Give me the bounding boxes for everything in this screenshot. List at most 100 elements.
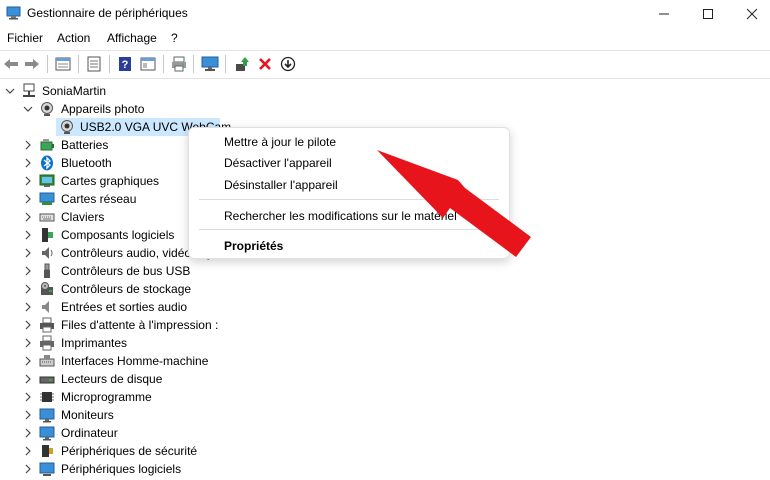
firmware-icon	[40, 392, 54, 402]
scan-hardware-button[interactable]	[200, 54, 220, 74]
tree-item-label: Microprogramme	[61, 390, 152, 404]
tree-item-label: Imprimantes	[61, 336, 128, 350]
keyboard-icon	[39, 213, 55, 222]
tree-item-lecteurs-disque[interactable]: Lecteurs de disque	[0, 370, 770, 388]
menu-scan-hardware[interactable]: Rechercher les modifications sur le maté…	[224, 209, 457, 223]
tree-item-label: Batteries	[61, 138, 109, 152]
chevron-right-icon[interactable]	[22, 139, 34, 151]
title-bar: Gestionnaire de périphériques	[0, 0, 770, 27]
help-button[interactable]: ?	[115, 54, 135, 74]
close-icon	[746, 8, 758, 19]
toolbar-separator	[47, 55, 48, 73]
tree-item-microprogramme[interactable]: Microprogramme	[0, 388, 770, 406]
update-driver-icon	[236, 57, 249, 71]
software-component-icon	[42, 228, 53, 242]
chevron-down-icon[interactable]	[4, 85, 16, 97]
uninstall-button[interactable]	[255, 54, 275, 74]
update-driver-button[interactable]	[232, 54, 252, 74]
forward-button[interactable]	[22, 54, 42, 74]
display-adapter-icon	[39, 174, 55, 187]
tree-item-peripheriques-logiciels[interactable]: Périphériques logiciels	[0, 460, 770, 478]
tree-item-controleurs-usb[interactable]: Contrôleurs de bus USB	[0, 262, 770, 280]
chevron-right-icon[interactable]	[22, 391, 34, 403]
menu-help[interactable]: ?	[171, 31, 178, 45]
menu-uninstall-device[interactable]: Désinstaller l'appareil	[224, 178, 338, 192]
chevron-right-icon[interactable]	[22, 193, 34, 205]
tree-root[interactable]: SoniaMartin	[0, 82, 770, 100]
chevron-right-icon[interactable]	[22, 355, 34, 367]
tree-item-label: Cartes réseau	[61, 192, 137, 206]
usb-icon	[44, 263, 50, 278]
chevron-right-icon[interactable]	[22, 463, 34, 475]
disable-button[interactable]	[278, 54, 298, 74]
toolbar-separator	[109, 55, 110, 73]
chevron-right-icon[interactable]	[22, 157, 34, 169]
tree-item-files-attente[interactable]: Files d'attente à l'impression :	[0, 316, 770, 334]
chevron-right-icon[interactable]	[22, 265, 34, 277]
close-button[interactable]	[730, 0, 770, 27]
tree-item-peripheriques-securite[interactable]: Périphériques de sécurité	[0, 442, 770, 460]
chevron-right-icon[interactable]	[22, 409, 34, 421]
tree-item-ordinateur[interactable]: Ordinateur	[0, 424, 770, 442]
tree-item-label: Cartes graphiques	[61, 174, 160, 188]
minimize-button[interactable]	[642, 0, 686, 27]
computer-icon	[39, 426, 55, 441]
list-icon	[87, 56, 101, 72]
chevron-right-icon[interactable]	[22, 175, 34, 187]
hid-icon	[39, 355, 55, 367]
chevron-right-icon[interactable]	[22, 229, 34, 241]
back-button[interactable]	[1, 54, 21, 74]
toolbar-separator	[225, 55, 226, 73]
security-device-icon	[42, 445, 53, 457]
tree-item-controleurs-stockage[interactable]: Contrôleurs de stockage	[0, 280, 770, 298]
print-button[interactable]	[169, 54, 189, 74]
menu-separator	[199, 199, 499, 200]
chevron-down-icon[interactable]	[22, 103, 34, 115]
tree-item-interfaces-homme-machine[interactable]: Interfaces Homme-machine	[0, 352, 770, 370]
details-button[interactable]	[138, 54, 158, 74]
menu-properties[interactable]: Propriétés	[224, 239, 283, 253]
tree-item-label: Contrôleurs de stockage	[61, 282, 192, 296]
back-arrow-icon	[4, 59, 18, 69]
print-icon	[172, 56, 186, 72]
menu-disable-device[interactable]: Désactiver l'appareil	[224, 156, 332, 170]
menu-action[interactable]: Action	[57, 31, 90, 45]
tree-item-label: Composants logiciels	[61, 228, 175, 242]
tree-item-entrees-sorties-audio[interactable]: Entrées et sorties audio	[0, 298, 770, 316]
chevron-right-icon[interactable]	[22, 301, 34, 313]
tree-item-label: Moniteurs	[61, 408, 114, 422]
menu-fichier[interactable]: Fichier	[7, 31, 43, 45]
menu-update-driver[interactable]: Mettre à jour le pilote	[224, 135, 336, 149]
chevron-right-icon[interactable]	[22, 319, 34, 331]
tree-item-label: Périphériques de sécurité	[61, 444, 198, 458]
chevron-right-icon[interactable]	[22, 283, 34, 295]
tree-item-moniteurs[interactable]: Moniteurs	[0, 406, 770, 424]
minimize-icon	[659, 13, 669, 14]
chevron-right-icon[interactable]	[22, 373, 34, 385]
toolbar: ?	[0, 50, 770, 79]
chevron-right-icon[interactable]	[22, 337, 34, 349]
properties-button[interactable]	[53, 54, 73, 74]
chevron-right-icon[interactable]	[22, 445, 34, 457]
disk-icon	[39, 376, 55, 384]
tree-item-label: Appareils photo	[61, 102, 145, 116]
maximize-button[interactable]	[686, 0, 730, 27]
storage-controller-icon	[41, 282, 53, 295]
toolbar-separator	[163, 55, 164, 73]
menu-affichage[interactable]: Affichage	[107, 31, 157, 45]
chevron-right-icon[interactable]	[22, 427, 34, 439]
tree-item-label: Files d'attente à l'impression :	[61, 318, 219, 332]
tree-item-label: Entrées et sorties audio	[61, 300, 188, 314]
list-button[interactable]	[84, 54, 104, 74]
chevron-right-icon[interactable]	[22, 247, 34, 259]
tree-item-label: Contrôleurs de bus USB	[61, 264, 191, 278]
remove-icon	[259, 58, 271, 70]
tree-item-label: Périphériques logiciels	[61, 462, 182, 476]
maximize-icon	[703, 8, 713, 19]
tree-item-appareils-photo[interactable]: Appareils photo	[0, 100, 770, 118]
device-manager-icon	[6, 6, 21, 20]
chevron-right-icon[interactable]	[22, 211, 34, 223]
menu-separator	[199, 229, 499, 230]
tree-item-imprimantes[interactable]: Imprimantes	[0, 334, 770, 352]
software-device-icon	[39, 462, 55, 476]
